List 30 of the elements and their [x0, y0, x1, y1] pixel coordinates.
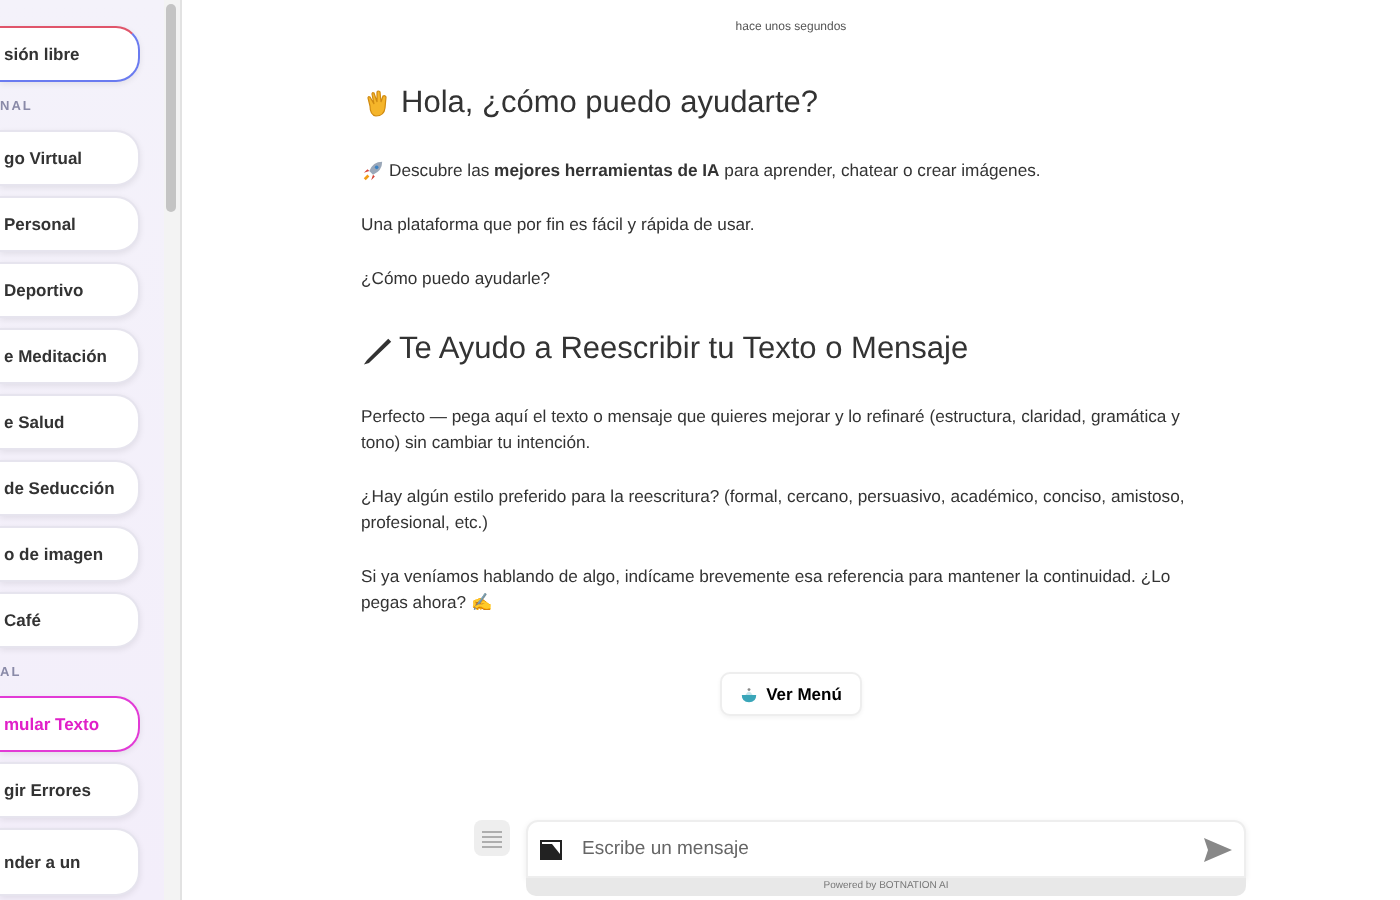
scrollbar-thumb[interactable]: [166, 4, 176, 212]
sidebar-item[interactable]: mular Texto: [0, 696, 140, 752]
message-paragraph: Una plataforma que por fin es fácil y rápida de usar.: [361, 212, 755, 238]
message-paragraph: Perfecto — pega aquí el texto o mensaje que quieres mejorar y lo refinaré (estructura, claridad, gramática y tono) sin cambiar tu intención.: [361, 404, 1182, 456]
send-icon[interactable]: [1204, 837, 1232, 861]
message-paragraph: Si ya veníamos hablando de algo, indícame brevemente esa referencia para mantener la continuidad. ¿Lo pegas ahora? ✍: [361, 564, 1173, 616]
message-paragraph: ¿Cómo puedo ayudarle?: [361, 266, 551, 292]
sidebar-item[interactable]: o de imagen: [0, 526, 140, 582]
sidebar-item[interactable]: sión libre: [0, 26, 140, 82]
sidebar-item[interactable]: Deportivo: [0, 262, 140, 318]
bowl-icon: [740, 685, 759, 703]
pen-icon: [361, 335, 391, 365]
message-paragraph: Descubre las mejores herramientas de IA para aprender, chatear o crear imágenes.: [389, 158, 1041, 184]
menu-icon[interactable]: [474, 820, 510, 856]
message-heading: Hola, ¿cómo puedo ayudarte?: [401, 86, 819, 122]
sidebar-item[interactable]: gir Errores: [0, 762, 140, 818]
message-field[interactable]: Escribe un mensaje: [526, 820, 1246, 878]
sidebar-item[interactable]: e Meditación: [0, 328, 140, 384]
view-menu-button[interactable]: Ver Menú: [720, 672, 862, 716]
message-paragraph: ¿Hay algún estilo preferido para la reescritura? (formal, cercano, persuasivo, académico, conciso, amistoso, profesional, etc.): [361, 484, 1187, 536]
sidebar-item[interactable]: Personal: [0, 196, 140, 252]
sidebar-item[interactable]: go Virtual: [0, 130, 140, 186]
message-heading: Te Ayudo a Reescribir tu Texto o Mensaje: [399, 332, 969, 368]
waving-hand-icon: [361, 88, 393, 120]
sidebar-item[interactable]: nder a un: [0, 828, 140, 896]
rocket-icon: [361, 160, 383, 182]
sidebar-item[interactable]: e Salud: [0, 394, 140, 450]
sidebar-item[interactable]: Café: [0, 592, 140, 648]
sidebar-item[interactable]: de Seducción: [0, 460, 140, 516]
image-icon[interactable]: [540, 839, 562, 859]
